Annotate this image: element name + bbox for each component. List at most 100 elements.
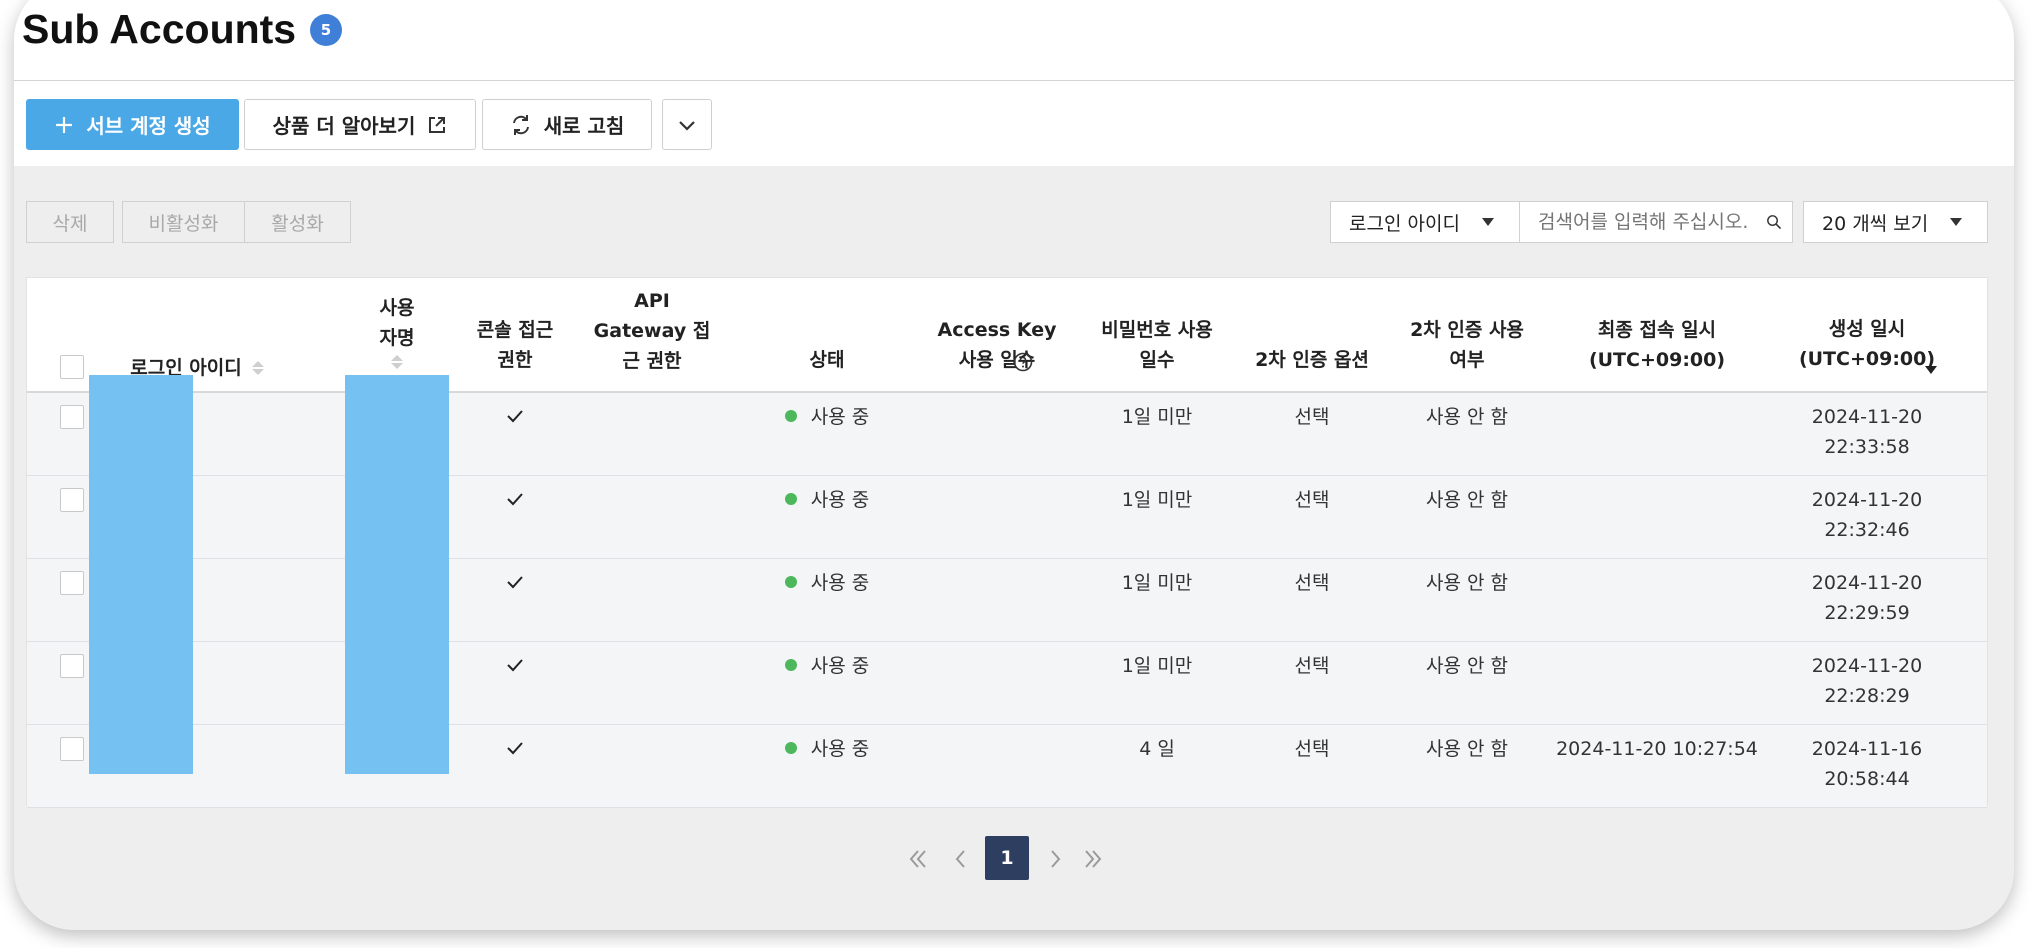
mfa-option-cell: 선택 [1294,738,1330,760]
status-active-dot [784,741,797,754]
search-input[interactable] [1538,211,1760,233]
page-header: Sub Accounts 5 서브 계정 생성 상품 더 알아보기 새로 고침 [14,0,2014,166]
col-status-label: 상태 [809,349,845,371]
plus-icon [56,116,73,133]
check-icon [507,742,523,755]
col-mfa-option-label: 2차 인증 옵션 [1255,349,1369,371]
sort-icon [391,355,403,369]
search-icon[interactable] [1766,211,1782,233]
check-icon [507,410,523,423]
table-row[interactable]: 사용 중 1일 미만 선택 사용 안 함 2024-11-20 22:32:46 [27,476,1987,559]
col-api-gateway-label: API Gateway 접 근 권한 [593,290,711,372]
mfa-used-cell: 사용 안 함 [1426,572,1508,594]
row-checkbox[interactable] [60,654,84,678]
prev-page-icon[interactable] [950,848,972,870]
search-field-value: 로그인 아이디 [1349,212,1460,235]
mfa-used-cell: 사용 안 함 [1426,655,1508,677]
first-page-icon[interactable] [907,848,929,870]
status-text: 사용 중 [810,572,870,594]
search-box[interactable] [1519,201,1793,243]
password-days-cell: 1일 미만 [1121,489,1193,511]
status-text: 사용 중 [810,406,870,428]
select-all-checkbox[interactable] [60,355,84,379]
create-sub-account-label: 서브 계정 생성 [86,114,211,138]
check-icon [507,659,523,672]
delete-button[interactable]: 삭제 [26,201,114,243]
mfa-used-cell: 사용 안 함 [1426,738,1508,760]
create-sub-account-button[interactable]: 서브 계정 생성 [26,99,239,150]
password-days-cell: 1일 미만 [1121,572,1193,594]
status-active-dot [784,658,797,671]
caret-down-icon [1950,218,1963,226]
created-cell: 2024-11-20 22:33:58 [1811,406,1923,458]
created-cell: 2024-11-20 22:28:29 [1811,655,1923,707]
refresh-icon [512,114,529,135]
table-row[interactable]: 사용 중 1일 미만 선택 사용 안 함 2024-11-20 22:28:29 [27,642,1987,725]
col-console-access-label: 콘솔 접근 권한 [476,319,554,371]
col-console-access: 콘솔 접근 권한 [455,315,575,375]
row-checkbox[interactable] [60,488,84,512]
chevron-down-icon [679,120,695,131]
sort-icon [251,361,264,375]
check-icon [507,576,523,589]
status-cell: 사용 중 [757,568,897,598]
help-icon[interactable] [1013,352,1033,372]
col-mfa-used: 2차 인증 사용 여부 [1387,315,1547,375]
learn-more-label: 상품 더 알아보기 [272,114,416,138]
col-mfa-used-label: 2차 인증 사용 여부 [1410,319,1524,371]
row-checkbox[interactable] [60,737,84,761]
status-active-dot [784,492,797,505]
refresh-button[interactable]: 새로 고침 [482,99,652,150]
col-access-key-days: Access Key 사용 일수 [917,315,1077,375]
sort-desc-icon [1925,366,1937,374]
sub-accounts-table: 로그인 아이디 사용 자명 콘솔 접근 권한 API Gateway 접 근 권… [26,277,1988,808]
search-field-select[interactable]: 로그인 아이디 [1330,201,1520,243]
status-active-dot [784,575,797,588]
activate-button[interactable]: 활성화 [244,201,351,243]
status-cell: 사용 중 [757,651,897,681]
row-checkbox[interactable] [60,405,84,429]
created-cell: 2024-11-20 22:29:59 [1811,572,1923,624]
col-access-key-days-label: Access Key 사용 일수 [937,319,1057,371]
table-row[interactable]: 사용 중 1일 미만 선택 사용 안 함 2024-11-20 22:33:58 [27,393,1987,476]
last-page-icon[interactable] [1082,848,1104,870]
col-status: 상태 [777,345,877,375]
count-badge: 5 [310,14,342,46]
status-text: 사용 중 [810,738,870,760]
password-days-cell: 1일 미만 [1121,655,1193,677]
col-mfa-option: 2차 인증 옵션 [1237,345,1387,375]
row-checkbox[interactable] [60,571,84,595]
mfa-option-cell: 선택 [1294,655,1330,677]
page-1-button[interactable]: 1 [985,836,1029,880]
page-size-value: 20 개씩 보기 [1822,212,1929,235]
deactivate-button[interactable]: 비활성화 [122,201,245,243]
table-row[interactable]: 사용 중 1일 미만 선택 사용 안 함 2024-11-20 22:29:59 [27,559,1987,642]
refresh-label: 새로 고침 [543,114,625,138]
col-last-login-label: 최종 접속 일시 (UTC+09:00) [1588,319,1726,371]
mfa-used-cell: 사용 안 함 [1426,406,1508,428]
status-cell: 사용 중 [757,402,897,432]
header-divider [14,80,2014,81]
page-size-select[interactable]: 20 개씩 보기 [1803,201,1988,243]
external-link-icon [429,116,446,133]
created-cell: 2024-11-16 20:58:44 [1811,738,1923,790]
redacted-login-ids [89,375,193,774]
more-options-button[interactable] [662,99,712,150]
col-password-days: 비밀번호 사용 일수 [1077,315,1237,375]
sub-accounts-panel: Sub Accounts 5 서브 계정 생성 상품 더 알아보기 새로 고침 … [14,0,2014,930]
check-icon [507,493,523,506]
mfa-used-cell: 사용 안 함 [1426,489,1508,511]
next-page-icon[interactable] [1044,848,1066,870]
created-cell: 2024-11-20 22:32:46 [1811,489,1923,541]
table-row[interactable]: 사용 중 4 일 선택 사용 안 함 2024-11-20 10:27:54 2… [27,725,1987,808]
col-user-name[interactable]: 사용 자명 [357,286,437,376]
mfa-option-cell: 선택 [1294,489,1330,511]
learn-more-button[interactable]: 상품 더 알아보기 [244,99,476,150]
status-cell: 사용 중 [757,485,897,515]
col-password-days-label: 비밀번호 사용 일수 [1101,319,1213,371]
status-text: 사용 중 [810,655,870,677]
col-created-label: 생성 일시 (UTC+09:00) [1798,318,1936,370]
col-created[interactable]: 생성 일시 (UTC+09:00) [1777,314,1957,374]
page-title: Sub Accounts [22,6,297,52]
col-user-name-label: 사용 자명 [379,297,415,349]
